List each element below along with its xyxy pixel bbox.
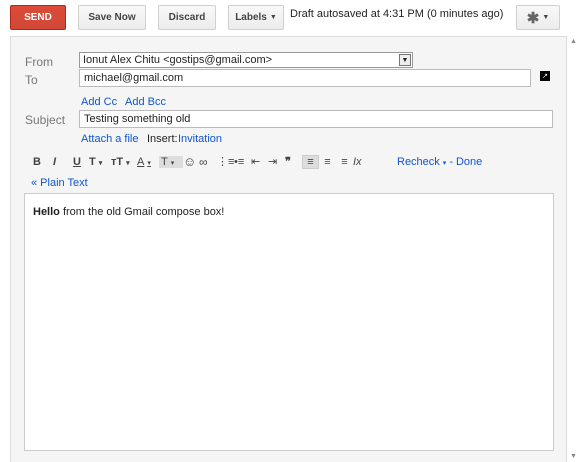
to-field[interactable]: michael@gmail.com — [79, 69, 531, 87]
italic-button[interactable]: I — [53, 156, 73, 168]
bold-button[interactable]: B — [33, 156, 53, 168]
add-bcc-link[interactable]: Add Bcc — [125, 96, 166, 108]
text-color-button[interactable]: A ▾ — [137, 156, 159, 168]
attach-file-link[interactable]: Attach a file — [81, 133, 138, 145]
draft-status-text: Draft autosaved at 4:31 PM (0 minutes ag… — [290, 8, 504, 20]
remove-formatting-icon[interactable]: Ix — [353, 156, 397, 168]
numbered-list-icon[interactable]: ⋮≡ — [217, 155, 234, 168]
from-select[interactable]: Ionut Alex Chitu <gostips@gmail.com> ▼ — [79, 52, 413, 68]
popout-icon[interactable]: ↗ — [540, 71, 550, 81]
quote-icon[interactable]: ❞ — [285, 155, 302, 168]
formatting-toolbar: B I U T ▾ тT ▾ A ▾ T ▾ ☺ ∞ ⋮≡ •≡ ⇤ ⇥ ❞ ≡ ≡ ≡… — [33, 154, 482, 169]
separator: - — [449, 155, 453, 168]
align-left-icon[interactable]: ≡ — [302, 154, 319, 169]
plain-text-link[interactable]: « Plain Text — [31, 177, 88, 189]
invitation-link[interactable]: Invitation — [178, 133, 222, 145]
chevron-down-icon: ▼ — [269, 14, 277, 21]
underline-button[interactable]: U — [73, 156, 89, 168]
font-size-button[interactable]: тT ▾ — [111, 156, 137, 168]
emoji-icon[interactable]: ☺ — [183, 154, 199, 169]
link-icon[interactable]: ∞ — [199, 155, 217, 169]
chevron-down-icon: ▾ — [170, 159, 175, 167]
add-cc-link[interactable]: Add Cc — [81, 96, 117, 108]
chevron-down-icon: ▾ — [442, 159, 447, 167]
subject-label: Subject — [25, 113, 66, 127]
font-label: T — [89, 155, 96, 168]
body-text: from the old Gmail compose box! — [59, 206, 225, 218]
chevron-down-icon: ▼ — [542, 14, 550, 21]
to-label: To — [25, 73, 38, 87]
align-right-icon[interactable]: ≡ — [336, 156, 353, 168]
settings-gear-icon: ✱ — [526, 9, 540, 27]
scroll-down-icon[interactable]: ▼ — [570, 453, 577, 460]
chevron-down-icon: ▾ — [98, 159, 103, 167]
discard-button[interactable]: Discard — [158, 5, 216, 30]
from-label: From — [25, 55, 53, 69]
chevron-down-icon: ▼ — [399, 54, 411, 66]
send-button[interactable]: SEND — [10, 5, 66, 30]
from-select-value: Ionut Alex Chitu <gostips@gmail.com> — [83, 54, 273, 66]
scrollbar[interactable]: ▲ ▼ — [568, 36, 580, 462]
font-button[interactable]: T ▾ — [89, 156, 111, 168]
chevron-down-icon: ▾ — [147, 159, 151, 167]
highlight-color-button[interactable]: T ▾ — [159, 155, 183, 168]
size-label: тT — [111, 155, 124, 168]
highlight-label: T — [161, 155, 168, 168]
settings-button[interactable]: ✱ ▼ — [516, 5, 560, 30]
indent-less-icon[interactable]: ⇤ — [251, 155, 268, 168]
subject-field[interactable]: Testing something old — [79, 110, 553, 128]
compose-toolbar: SEND Save Now Discard Labels ▼ Draft aut… — [0, 0, 580, 36]
align-center-icon[interactable]: ≡ — [319, 156, 336, 168]
labels-dropdown-button[interactable]: Labels ▼ — [228, 5, 284, 30]
body-bold-text: Hello — [33, 206, 60, 218]
text-color-label: A — [137, 155, 145, 168]
chevron-down-icon: ▾ — [126, 159, 130, 167]
bulleted-list-icon[interactable]: •≡ — [234, 156, 251, 168]
scroll-up-icon[interactable]: ▲ — [570, 38, 577, 45]
labels-button-label: Labels — [235, 12, 267, 23]
insert-label: Insert: — [147, 133, 178, 145]
message-body-editor[interactable]: Hello from the old Gmail compose box! — [24, 193, 554, 451]
indent-more-icon[interactable]: ⇥ — [268, 155, 285, 168]
recheck-label: Recheck — [397, 155, 440, 168]
done-link[interactable]: Done — [456, 156, 482, 168]
recheck-button[interactable]: Recheck ▾ — [397, 156, 446, 168]
save-now-button[interactable]: Save Now — [78, 5, 146, 30]
